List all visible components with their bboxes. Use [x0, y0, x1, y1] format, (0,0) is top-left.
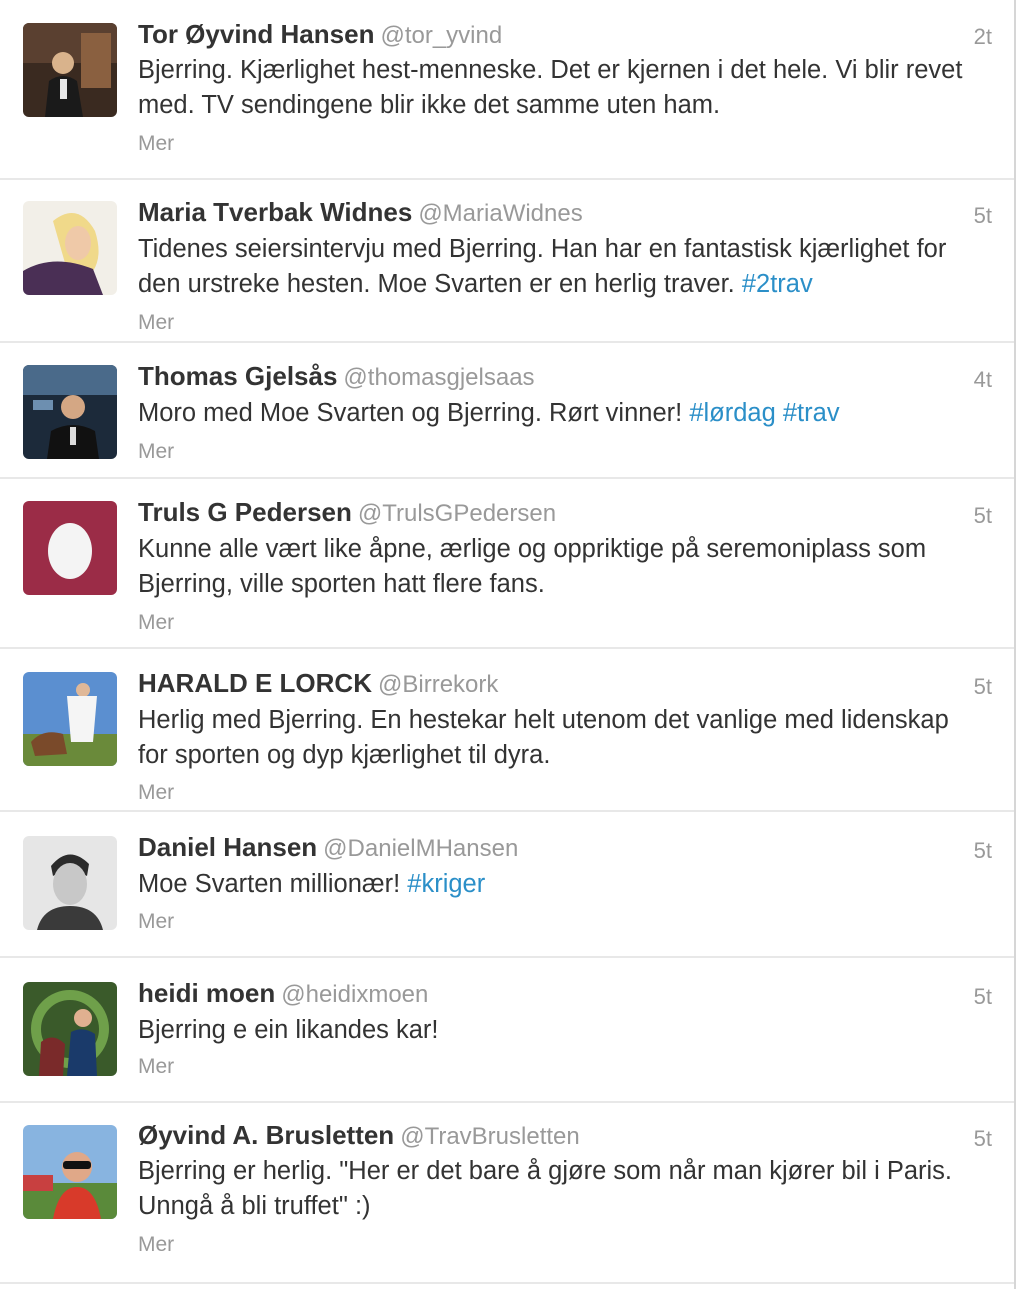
author-handle[interactable]: @heidixmoen	[281, 981, 428, 1008]
author-handle[interactable]: @TrulsGPedersen	[358, 500, 556, 527]
tweet-text: Tidenes seiersintervju med Bjerring. Han…	[138, 235, 947, 298]
author-handle[interactable]: @TravBrusletten	[400, 1123, 580, 1150]
timestamp[interactable]: 5t	[974, 1126, 992, 1152]
hashtag-link[interactable]: #trav	[783, 399, 840, 427]
user-photo-icon[interactable]	[23, 201, 117, 295]
more-link[interactable]: Mer	[138, 440, 174, 464]
tweet-item[interactable]: heidi moen @heidixmoen 5t Bjerring e ein …	[0, 958, 1014, 1103]
tweet-item[interactable]: Thomas Gjelsås @thomasgjelsaas 4t Moro me…	[0, 343, 1014, 479]
tweet-feed: Tor Øyvind Hansen @tor_yvind 2t Bjerring.…	[0, 0, 1016, 1289]
timestamp[interactable]: 5t	[974, 674, 992, 700]
timestamp[interactable]: 5t	[974, 984, 992, 1010]
tweet-item[interactable]: Daniel Hansen @DanielMHansen 5t Moe Svart…	[0, 812, 1014, 958]
timestamp[interactable]: 5t	[974, 838, 992, 864]
tweet-text: Moro med Moe Svarten og Bjerring. Rørt v…	[138, 399, 840, 427]
tweet-item[interactable]: Truls G Pedersen @TrulsGPedersen 5t Kunne…	[0, 479, 1014, 649]
hashtag-link[interactable]: #lørdag	[689, 399, 775, 427]
author-handle[interactable]: @Birrekork	[378, 671, 498, 698]
default-egg-icon[interactable]	[23, 501, 117, 595]
user-photo-icon[interactable]	[23, 982, 117, 1076]
author-name[interactable]: heidi moen @heidixmoen	[138, 978, 428, 1009]
timestamp[interactable]: 5t	[974, 503, 992, 529]
tweet-text: Herlig med Bjerring. En hestekar helt ut…	[138, 706, 949, 769]
author-handle[interactable]: @MariaWidnes	[418, 200, 582, 227]
more-link[interactable]: Mer	[138, 781, 174, 805]
timestamp[interactable]: 2t	[974, 24, 992, 50]
timestamp[interactable]: 5t	[974, 203, 992, 229]
tweet-item[interactable]: HARALD E LORCK @Birrekork 5t Herlig med B…	[0, 649, 1014, 812]
tweet-text: Bjerring er herlig. "Her er det bare å g…	[138, 1157, 952, 1220]
user-photo-icon[interactable]	[23, 23, 117, 117]
more-link[interactable]: Mer	[138, 1233, 174, 1257]
timestamp[interactable]: 4t	[974, 367, 992, 393]
more-link[interactable]: Mer	[138, 311, 174, 335]
more-link[interactable]: Mer	[138, 132, 174, 156]
author-name[interactable]: Maria Tverbak Widnes @MariaWidnes	[138, 197, 583, 228]
tweet-item[interactable]: Maria Tverbak Widnes @MariaWidnes 5t Tide…	[0, 180, 1014, 343]
more-link[interactable]: Mer	[138, 1055, 174, 1079]
author-name[interactable]: HARALD E LORCK @Birrekork	[138, 668, 498, 699]
hashtag-link[interactable]: #2trav	[742, 270, 813, 298]
tweet-text: Kunne alle vært like åpne, ærlige og opp…	[138, 535, 927, 598]
author-name[interactable]: Øyvind A. Brusletten @TravBrusletten	[138, 1120, 580, 1151]
hashtag-link[interactable]: #kriger	[407, 870, 485, 898]
tweet-item[interactable]: Øyvind A. Brusletten @TravBrusletten 5t B…	[0, 1103, 1014, 1284]
tweet-text: Bjerring e ein likandes kar!	[138, 1016, 439, 1044]
author-name[interactable]: Daniel Hansen @DanielMHansen	[138, 832, 518, 863]
user-photo-icon[interactable]	[23, 1125, 117, 1219]
user-photo-icon[interactable]	[23, 836, 117, 930]
more-link[interactable]: Mer	[138, 611, 174, 635]
author-name[interactable]: Truls G Pedersen @TrulsGPedersen	[138, 497, 556, 528]
author-handle[interactable]: @DanielMHansen	[323, 835, 518, 862]
tweet-text: Bjerring. Kjærlighet hest-menneske. Det …	[138, 56, 963, 119]
user-photo-icon[interactable]	[23, 672, 117, 766]
author-name[interactable]: Thomas Gjelsås @thomasgjelsaas	[138, 361, 535, 392]
author-handle[interactable]: @thomasgjelsaas	[343, 364, 534, 391]
author-handle[interactable]: @tor_yvind	[380, 22, 502, 49]
tweet-item[interactable]: Tor Øyvind Hansen @tor_yvind 2t Bjerring.…	[0, 0, 1014, 180]
tweet-text: Moe Svarten millionær! #kriger	[138, 870, 486, 898]
more-link[interactable]: Mer	[138, 910, 174, 934]
author-name[interactable]: Tor Øyvind Hansen @tor_yvind	[138, 19, 502, 50]
user-photo-icon[interactable]	[23, 365, 117, 459]
